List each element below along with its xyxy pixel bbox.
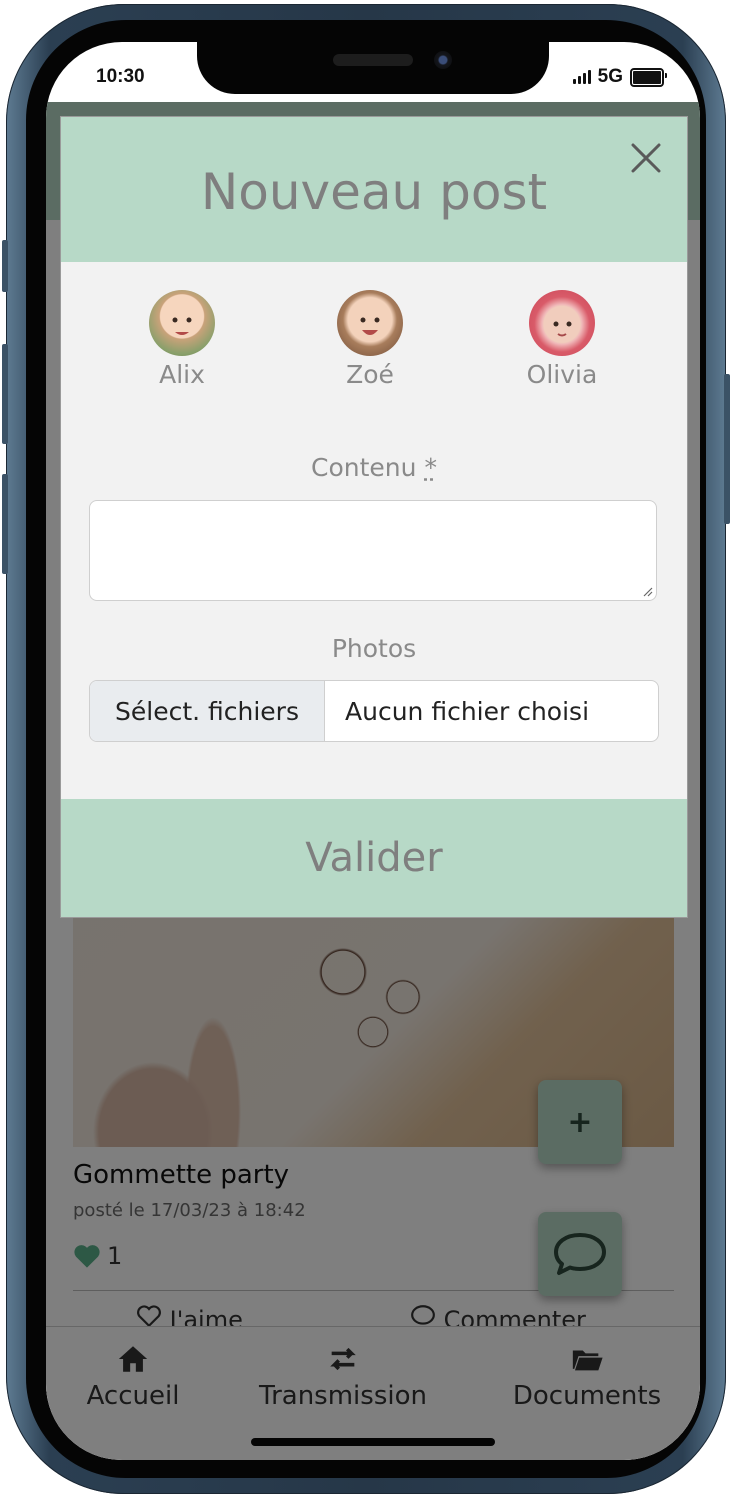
child-olivia[interactable]: Olivia [492, 290, 632, 389]
modal-header: Nouveau post [61, 117, 687, 262]
select-files-button[interactable]: Sélect. fichiers [90, 681, 325, 741]
home-indicator [251, 1438, 495, 1446]
child-name: Alix [159, 360, 205, 389]
child-zoe[interactable]: Zoé [300, 290, 440, 389]
resize-grip-icon[interactable] [641, 585, 653, 597]
status-indicators: 5G [572, 66, 667, 88]
notch [197, 42, 549, 94]
content-textarea[interactable] [89, 500, 657, 601]
action-button [2, 240, 8, 292]
close-icon[interactable] [629, 141, 663, 175]
modal-title: Nouveau post [200, 163, 548, 221]
status-time: 10:30 [96, 66, 145, 87]
volume-down-button [2, 474, 8, 574]
child-name: Olivia [526, 360, 598, 389]
child-alix[interactable]: Alix [112, 290, 252, 389]
avatar [529, 290, 595, 356]
avatar [337, 290, 403, 356]
battery-icon [630, 67, 667, 87]
required-marker: * [424, 453, 437, 482]
power-button [724, 374, 730, 524]
content-label-text: Contenu [311, 453, 417, 482]
network-type: 5G [597, 66, 623, 87]
volume-up-button [2, 344, 8, 444]
screen: 10:30 5G Gommette party posté le 17/03/2… [46, 42, 700, 1460]
file-status: Aucun fichier choisi [345, 696, 590, 726]
child-name: Zoé [346, 360, 394, 389]
new-post-modal: Nouveau post Alix Zoé Olivia Contenu * P… [60, 116, 688, 918]
photos-label: Photos [331, 634, 417, 663]
content-label: Contenu * [61, 453, 687, 482]
submit-button[interactable]: Valider [61, 799, 687, 917]
phone-frame: 10:30 5G Gommette party posté le 17/03/2… [2, 4, 730, 1494]
signal-icon [572, 70, 591, 84]
avatar [149, 290, 215, 356]
photos-file-input[interactable]: Sélect. fichiers Aucun fichier choisi [89, 680, 659, 742]
